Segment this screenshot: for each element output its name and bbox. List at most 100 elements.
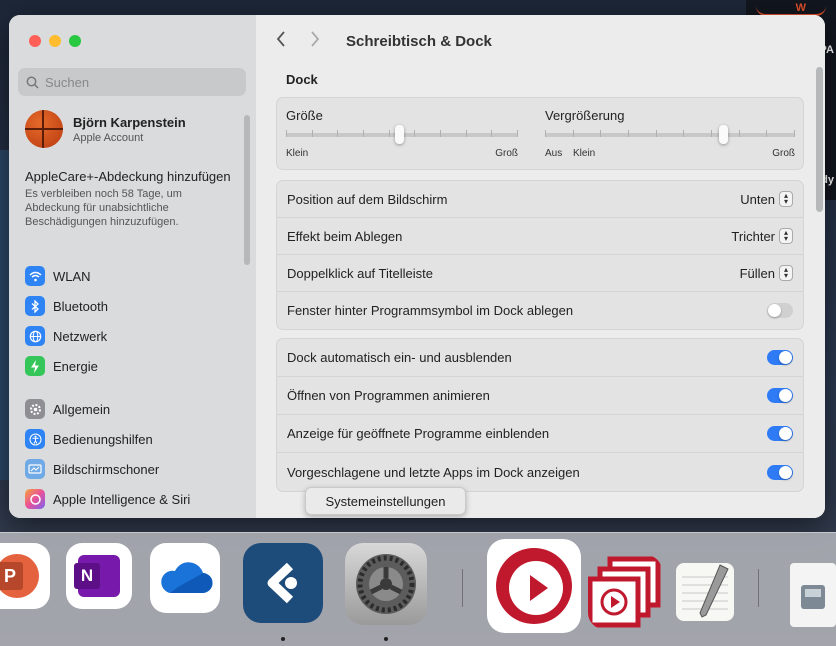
size-slider[interactable]: Klein Groß: [286, 98, 518, 168]
minimize-button[interactable]: [49, 35, 61, 47]
dock-app-powerpoint[interactable]: P: [0, 543, 50, 609]
avatar: [25, 110, 63, 148]
pen-paper-icon: [682, 564, 729, 618]
sidebar: Björn Karpenstein Apple Account AppleCar…: [9, 15, 256, 518]
onenote-icon: N: [74, 555, 120, 597]
size-max-label: Groß: [495, 148, 518, 159]
sidebar-item-wlan[interactable]: WLAN: [25, 261, 245, 291]
dock-app-onedrive[interactable]: [150, 543, 220, 613]
search-icon: [26, 76, 39, 89]
slider-tick: [286, 130, 287, 137]
sidebar-item-bluetooth[interactable]: Bluetooth: [25, 291, 245, 321]
slider-tick: [711, 130, 712, 137]
dock-tooltip: Systemeinstellungen: [305, 487, 466, 515]
apple-account[interactable]: Björn Karpenstein Apple Account: [25, 110, 186, 148]
system-settings-window: Björn Karpenstein Apple Account AppleCar…: [9, 15, 825, 518]
dock-app-textedit[interactable]: [676, 563, 734, 621]
position-value: Unten: [740, 191, 775, 207]
content-scrollbar[interactable]: [816, 67, 823, 212]
effect-popup[interactable]: Trichter ▴ ▾: [731, 228, 793, 244]
sidebar-item-label: Bluetooth: [53, 298, 108, 314]
magnification-off-label: Aus: [545, 148, 563, 159]
dock-app-media-stack[interactable]: [588, 555, 662, 629]
slider-tick: [739, 130, 740, 137]
recent-apps-row: Vorgeschlagene und letzte Apps im Dock a…: [277, 453, 803, 491]
section-heading-dock: Dock: [286, 72, 318, 87]
autohide-row: Dock automatisch ein- und ausblenden: [277, 339, 803, 377]
toggle-knob: [779, 465, 792, 479]
content-pane: Schreibtisch & Dock Dock Größe Klein Gro…: [256, 15, 825, 518]
siri-icon: [25, 489, 45, 509]
double-click-popup[interactable]: Füllen ▴ ▾: [740, 265, 793, 281]
toggle-knob: [779, 351, 792, 364]
search-input[interactable]: [45, 74, 235, 90]
indicators-label: Anzeige für geöffnete Programme einblend…: [287, 426, 550, 441]
double-click-label: Doppelklick auf Titelleiste: [287, 265, 433, 281]
position-popup[interactable]: Unten ▴ ▾: [740, 191, 793, 207]
dock-app-media-player[interactable]: [487, 539, 581, 633]
slider-tick: [414, 130, 415, 137]
popup-chevron-icon: ▴ ▾: [779, 228, 793, 244]
sidebar-item-bedienungshilfen[interactable]: Bedienungshilfen: [25, 424, 245, 454]
back-button[interactable]: [276, 30, 290, 53]
magnification-slider-track: [545, 133, 795, 137]
cloud-icon: [161, 562, 213, 594]
powerpoint-icon: P: [0, 554, 39, 598]
search-field[interactable]: [18, 68, 246, 96]
running-indicator: [281, 637, 285, 641]
sidebar-item-bildschirmschoner[interactable]: Bildschirmschoner: [25, 454, 245, 484]
slider-tick: [363, 130, 364, 137]
slider-tick: [628, 130, 629, 137]
sidebar-scrollbar[interactable]: [244, 115, 250, 265]
sidebar-item-label: Bedienungshilfen: [53, 431, 153, 447]
accessibility-icon: [25, 429, 45, 449]
slider-tick: [545, 130, 546, 137]
slider-tick: [466, 130, 467, 137]
screensaver-icon: [25, 459, 45, 479]
play-circle-icon: [496, 548, 572, 624]
dock-options-group: Position auf dem Bildschirm Unten ▴ ▾ Eff…: [276, 180, 804, 330]
media-stack-icon: [588, 556, 661, 628]
recent-apps-label: Vorgeschlagene und letzte Apps im Dock a…: [287, 464, 580, 480]
size-slider-thumb[interactable]: [395, 125, 404, 144]
sidebar-item-energie[interactable]: Energie: [25, 351, 245, 381]
slider-tick: [517, 130, 518, 137]
sidebar-item-netzwerk[interactable]: Netzwerk: [25, 321, 245, 351]
autohide-toggle[interactable]: [767, 350, 793, 365]
zoom-button[interactable]: [69, 35, 81, 47]
sidebar-item-apple-intelligence[interactable]: Apple Intelligence & Siri: [25, 484, 245, 514]
slider-tick: [683, 130, 684, 137]
dock-app-onenote[interactable]: N: [66, 543, 132, 609]
forward-button[interactable]: [310, 30, 324, 53]
close-button[interactable]: [29, 35, 41, 47]
magnification-slider[interactable]: Aus Klein Groß: [545, 98, 795, 168]
dock-app-system-settings[interactable]: [345, 543, 427, 625]
running-indicator: [384, 637, 388, 641]
sidebar-item-allgemein[interactable]: Allgemein: [25, 394, 245, 424]
slider-tick: [312, 130, 313, 137]
bolt-icon: [25, 356, 45, 376]
dock-app-cubase[interactable]: [243, 543, 323, 623]
minimize-into-icon-toggle[interactable]: [767, 303, 793, 318]
recent-apps-toggle[interactable]: [767, 464, 793, 480]
animate-row: Öffnen von Programmen animieren: [277, 377, 803, 415]
account-subtitle: Apple Account: [73, 131, 144, 144]
indicators-toggle[interactable]: [767, 426, 793, 441]
page-title: Schreibtisch & Dock: [346, 32, 492, 50]
slider-tick: [491, 130, 492, 137]
applecare-promo[interactable]: AppleCare+-Abdeckung hinzufügen Es verbl…: [25, 169, 235, 229]
gear-icon: [25, 399, 45, 419]
sidebar-item-label: Bildschirmschoner: [53, 461, 160, 477]
animate-label: Öffnen von Programmen animieren: [287, 388, 490, 403]
dock-toggles-group: Dock automatisch ein- und ausblenden Öff…: [276, 338, 804, 492]
globe-icon: [25, 326, 45, 346]
effect-label: Effekt beim Ablegen: [287, 228, 403, 244]
account-name: Björn Karpenstein: [73, 114, 186, 130]
position-row: Position auf dem Bildschirm Unten ▴ ▾: [277, 181, 803, 218]
autohide-label: Dock automatisch ein- und ausblenden: [287, 350, 512, 365]
sidebar-item-label: Energie: [53, 358, 98, 374]
popup-chevron-icon: ▴ ▾: [779, 265, 793, 281]
animate-toggle[interactable]: [767, 388, 793, 403]
dock-app-document[interactable]: [790, 563, 836, 627]
magnification-slider-thumb[interactable]: [719, 125, 728, 144]
